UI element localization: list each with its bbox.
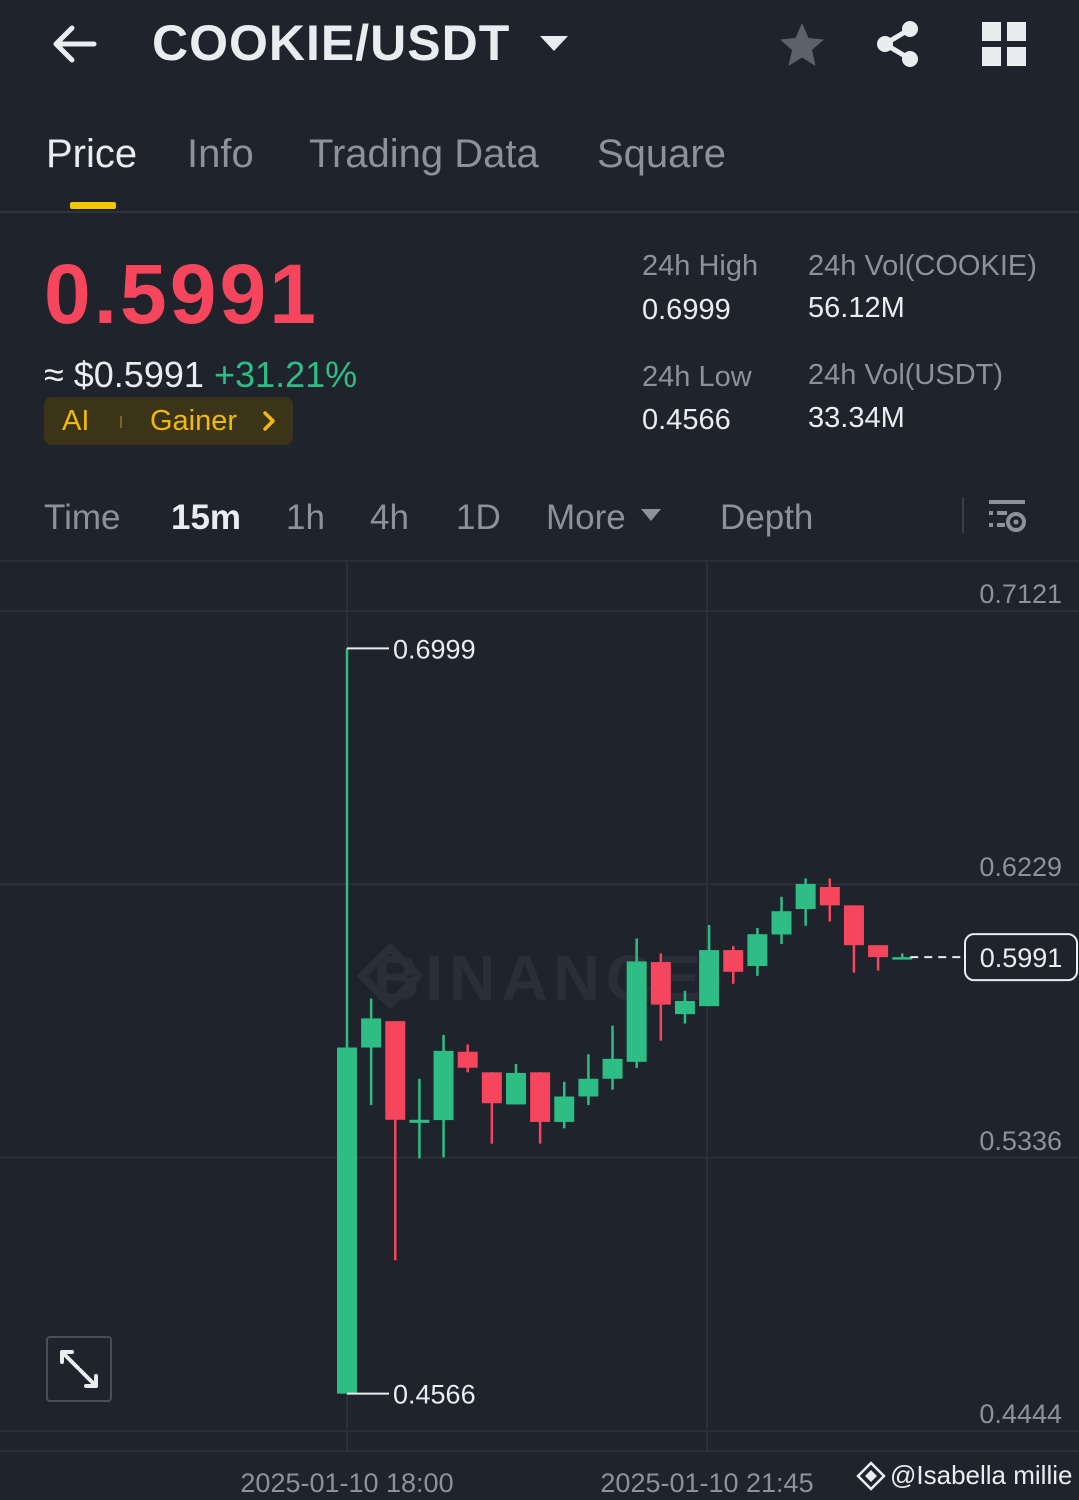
current-price-label: 0.5991 <box>980 943 1063 973</box>
top-bar: COOKIE/USDT <box>0 0 1079 100</box>
candle-body <box>554 1096 575 1122</box>
price-axis-label: 0.6229 <box>979 852 1062 882</box>
chevron-right-icon <box>263 411 275 431</box>
candle-body <box>505 1072 526 1105</box>
candle-body <box>602 1058 623 1079</box>
low-marker-label: 0.4566 <box>393 1380 476 1410</box>
interval-1d[interactable]: 1D <box>456 498 501 538</box>
candle-body <box>361 1018 382 1048</box>
candlestick-chart[interactable]: BINANCE 0.71210.62290.53360.44442025-01-… <box>0 560 1079 1500</box>
candle-body <box>337 1047 357 1394</box>
expand-icon <box>60 1350 98 1388</box>
interval-4h[interactable]: 4h <box>370 498 409 538</box>
candle-body <box>385 1021 406 1120</box>
candle-body <box>409 1119 430 1123</box>
low-label: 24h Low <box>642 361 752 393</box>
fiat-price: ≈ $0.5991 <box>44 354 204 395</box>
tab-info[interactable]: Info <box>187 132 254 177</box>
tag-separator <box>120 416 122 428</box>
vol-base-label: 24h Vol(COOKIE) <box>808 250 1037 282</box>
high-marker-label: 0.6999 <box>393 634 476 664</box>
time-axis-label: 2025-01-10 18:00 <box>240 1468 453 1498</box>
candle-body <box>433 1050 454 1121</box>
interval-15m[interactable]: 15m <box>171 498 241 538</box>
caret-down-icon[interactable] <box>538 32 570 54</box>
depth-tab[interactable]: Depth <box>720 498 813 538</box>
last-price: 0.5991 <box>44 247 319 341</box>
candle-body <box>699 950 720 1007</box>
candle-body <box>626 961 647 1062</box>
interval-1h[interactable]: 1h <box>286 498 325 538</box>
candle-body <box>747 934 768 967</box>
tabs-divider <box>0 211 1079 213</box>
candle-body <box>892 957 913 960</box>
caret-down-icon[interactable] <box>640 508 662 522</box>
candle-body <box>771 911 792 935</box>
candle-body <box>457 1051 478 1068</box>
change-percent: +31.21% <box>214 354 358 395</box>
interval-more[interactable]: More <box>546 498 626 538</box>
price-axis-label: 0.5336 <box>979 1126 1062 1156</box>
vol-quote-value: 33.34M <box>808 402 905 434</box>
candle-body <box>650 962 671 1005</box>
low-value: 0.4566 <box>642 404 731 436</box>
tab-price[interactable]: Price <box>46 132 137 177</box>
grid-icon[interactable] <box>982 22 1026 66</box>
vol-quote-label: 24h Vol(USDT) <box>808 359 1004 391</box>
candle-body <box>843 905 864 946</box>
candle-body <box>578 1078 599 1097</box>
back-arrow-icon[interactable] <box>48 22 100 66</box>
share-icon[interactable] <box>872 18 924 70</box>
candle-body <box>481 1072 502 1104</box>
interval-divider <box>962 497 964 533</box>
creator-watermark: @Isabella millie <box>890 1460 1073 1490</box>
high-value: 0.6999 <box>642 294 731 326</box>
candle-body <box>868 945 889 958</box>
candle-body <box>530 1072 551 1122</box>
time-axis-label: 2025-01-10 21:45 <box>600 1468 813 1498</box>
candle-body <box>795 883 816 910</box>
fullscreen-button[interactable] <box>46 1336 112 1402</box>
tab-square[interactable]: Square <box>597 132 726 177</box>
tab-trading-data[interactable]: Trading Data <box>309 132 539 177</box>
price-axis-label: 0.4444 <box>979 1399 1062 1429</box>
tag-gainer: Gainer <box>150 405 238 437</box>
candle-body <box>674 1000 695 1015</box>
price-axis-label: 0.7121 <box>979 579 1062 609</box>
vol-base-value: 56.12M <box>808 292 905 324</box>
candle-body <box>723 950 744 972</box>
interval-time[interactable]: Time <box>44 498 120 538</box>
pair-title[interactable]: COOKIE/USDT <box>152 14 510 72</box>
square-square-icon <box>856 1461 886 1491</box>
tag-ai: AI <box>62 405 90 437</box>
high-label: 24h High <box>642 250 759 282</box>
chart-settings-icon[interactable] <box>988 496 1028 536</box>
star-icon[interactable] <box>776 20 828 70</box>
candle-body <box>819 886 840 906</box>
active-tab-indicator <box>70 202 116 209</box>
